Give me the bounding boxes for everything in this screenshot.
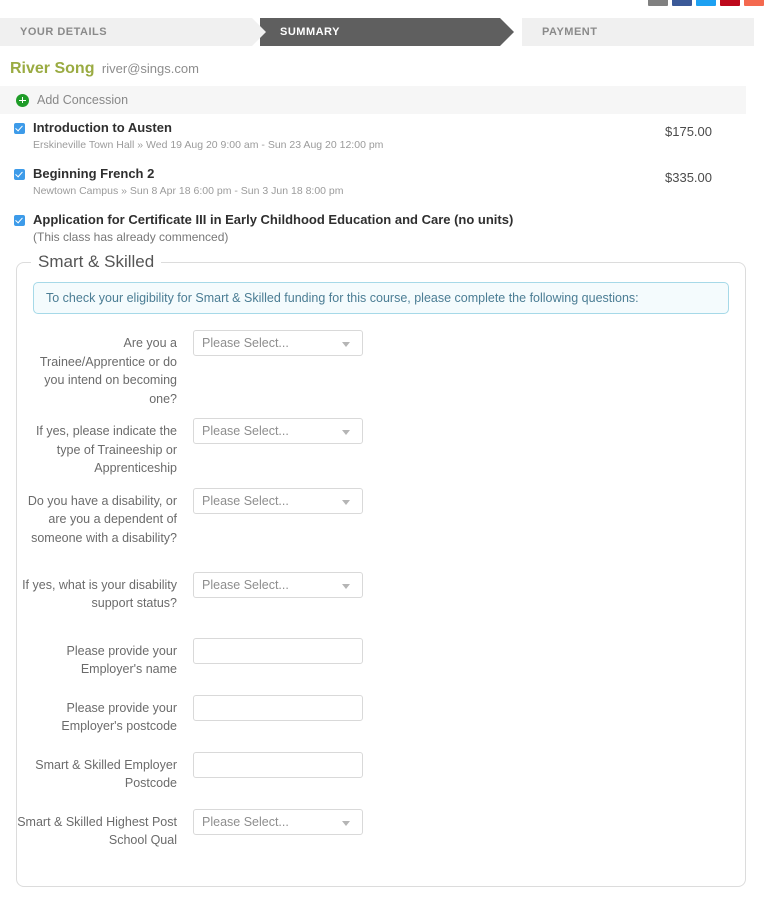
smart-skilled-panel: Smart & Skilled To check your eligibilit… [16,252,746,887]
select-value: Please Select... [202,814,289,829]
cart-item: Application for Certificate III in Early… [0,212,746,244]
cart-item-title: Beginning French 2 [33,166,155,181]
cart-item-price: $335.00 [665,170,712,185]
customer-email: river@sings.com [101,61,199,76]
step-your-details-label: YOUR DETAILS [20,26,108,38]
field-label: If yes, please indicate the type of Trai… [35,424,177,475]
select-value: Please Select... [202,577,289,592]
select-value: Please Select... [202,424,289,438]
pinterest-icon[interactable] [720,0,740,6]
cart-item-subtitle: Newtown Campus » Sun 8 Apr 18 6:00 pm - … [33,185,344,197]
share-icon[interactable] [648,0,668,6]
cart-item-checkbox[interactable] [14,169,25,180]
customer-identity: River Song river@sings.com [10,60,199,78]
field-label: Are you a Trainee/Apprentice or do you i… [39,336,177,406]
facebook-icon[interactable] [672,0,692,6]
twitter-icon[interactable] [696,0,716,6]
eligibility-info-box: To check your eligibility for Smart & Sk… [33,282,729,314]
chevron-down-icon [342,820,350,826]
smart-skilled-legend: Smart & Skilled [38,252,155,271]
cart-item-title: Application for Certificate III in Early… [33,212,514,227]
disability-select[interactable]: Please Select... [193,487,363,514]
highest-post-school-qual-select[interactable]: Please Select... [193,808,363,835]
social-share-strip [648,0,764,6]
cart-item-title: Introduction to Austen [33,120,172,135]
select-value: Please Select... [202,336,289,350]
chevron-down-icon [342,499,350,505]
form-row-traineeship-type: If yes, please indicate the type of Trai… [17,418,745,478]
chevron-down-icon [342,342,350,347]
field-label: Smart & Skilled Employer Postcode [35,757,177,791]
cart-item-subtitle: (This class has already commenced) [33,230,229,244]
form-row-disability: Do you have a disability, or are you a d… [17,487,745,562]
form-row-highest-post-school-qual: Smart & Skilled Highest Post School Qual… [17,808,745,856]
smart-skilled-form: Are you a Trainee/Apprentice or do you i… [17,330,745,856]
cart-item-checkbox[interactable] [14,215,25,226]
step-summary-label: SUMMARY [280,26,340,38]
add-concession-label: Add Concession [37,93,129,107]
customer-name: River Song [10,60,95,77]
cart-item-price: $175.00 [665,124,712,139]
email-icon[interactable] [744,0,764,6]
cart-item: Introduction to Austen Erskineville Town… [0,120,746,152]
form-row-trainee-apprentice: Are you a Trainee/Apprentice or do you i… [17,330,745,408]
checkout-steps: YOUR DETAILS SUMMARY PAYMENT [0,18,776,46]
field-label: If yes, what is your disability support … [22,577,177,611]
field-label: Please provide your Employer's postcode [61,700,177,734]
cart-items: Introduction to Austen Erskineville Town… [0,120,746,256]
add-concession-row[interactable]: Add Concession [0,86,746,114]
plus-circle-icon [16,93,29,107]
smart-skilled-employer-postcode-input[interactable] [193,751,363,778]
form-row-employer-postcode: Please provide your Employer's postcode [17,694,745,742]
traineeship-type-select[interactable]: Please Select... [193,418,363,444]
step-summary[interactable]: SUMMARY [260,18,514,46]
employer-name-input[interactable] [193,637,363,664]
form-row-disability-support-status: If yes, what is your disability support … [17,571,745,628]
cart-item: Beginning French 2 Newtown Campus » Sun … [0,166,746,198]
field-label: Please provide your Employer's name [66,643,177,677]
cart-item-subtitle: Erskineville Town Hall » Wed 19 Aug 20 9… [33,139,384,151]
field-label: Smart & Skilled Highest Post School Qual [17,814,177,848]
chevron-down-icon [342,430,350,435]
step-payment-label: PAYMENT [542,26,598,38]
form-row-smart-skilled-employer-postcode: Smart & Skilled Employer Postcode [17,751,745,799]
employer-postcode-input[interactable] [193,694,363,721]
select-value: Please Select... [202,493,289,508]
enrolment-summary-page: YOUR DETAILS SUMMARY PAYMENT River Song … [0,0,776,913]
chevron-down-icon [342,583,350,589]
trainee-apprentice-select[interactable]: Please Select... [193,330,363,356]
disability-support-status-select[interactable]: Please Select... [193,571,363,598]
step-payment[interactable]: PAYMENT [522,18,754,46]
field-label: Do you have a disability, or are you a d… [27,493,177,545]
cart-item-checkbox[interactable] [14,123,25,134]
form-row-employer-name: Please provide your Employer's name [17,637,745,685]
step-your-details[interactable]: YOUR DETAILS [0,18,266,46]
